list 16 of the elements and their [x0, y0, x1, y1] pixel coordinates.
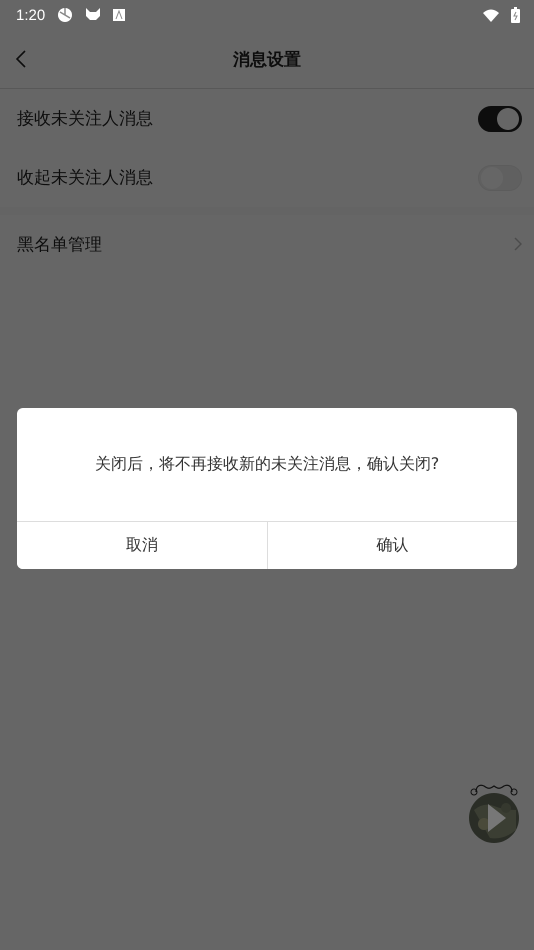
wifi-icon	[483, 8, 499, 22]
settings-row[interactable]: 接收未关注人消息	[0, 89, 534, 148]
setting-label: 收起未关注人消息	[17, 167, 154, 189]
dialog-button[interactable]: 确认	[266, 522, 517, 569]
settings-row[interactable]: 黑名单管理	[0, 215, 534, 273]
battery-icon	[511, 7, 520, 23]
cat-icon	[85, 7, 102, 23]
dialog-message: 关闭后，将不再接收新的未关注消息，确认关闭?	[94, 454, 440, 475]
settings-row[interactable]: 收起未关注人消息	[0, 148, 534, 207]
page-title: 消息设置	[233, 48, 301, 70]
status-time: 1:20	[16, 6, 46, 24]
setting-label: 接收未关注人消息	[17, 108, 154, 130]
chevron-right-icon	[514, 237, 522, 251]
back-icon[interactable]	[16, 50, 26, 68]
setting-label: 黑名单管理	[17, 234, 103, 256]
toggle-switch[interactable]	[478, 106, 522, 132]
